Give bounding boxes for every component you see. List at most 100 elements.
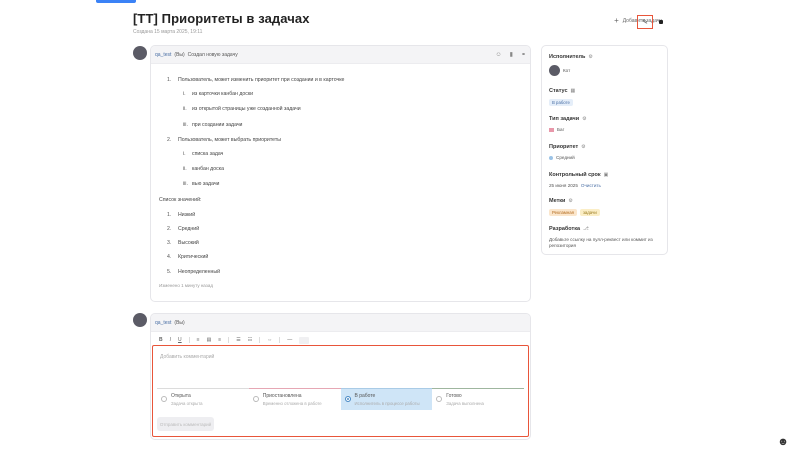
list-item-number: 5. <box>167 268 172 275</box>
list-item-number: iii. <box>183 181 188 188</box>
list-item-text: канбан доска <box>192 166 224 173</box>
code-button[interactable]: ≡ <box>218 337 221 343</box>
description-list-item: iii. при создании задачи <box>183 121 530 128</box>
comment-author-role: (Вы) <box>174 319 185 326</box>
gear-icon[interactable]: ⚙ <box>568 198 572 204</box>
priority-section: Приоритет ⚙ Средний <box>549 144 586 160</box>
deadline-label: Контрольный срок <box>549 172 601 178</box>
assignee-section: Исполнитель ⚙ Кот <box>549 54 593 76</box>
gear-icon[interactable]: ⚙ <box>581 144 585 150</box>
align-button[interactable]: ≡ <box>197 337 200 343</box>
development-hint: Добавьте ссылку на пулл-реквест или комм… <box>549 237 653 248</box>
list-item-text: списка задач <box>192 151 224 158</box>
list-item-text: Средний <box>178 226 200 233</box>
description-list-item: 3. Высокий <box>167 241 530 246</box>
development-label: Разработка <box>549 226 580 232</box>
list-item-text: Высокий <box>178 240 199 247</box>
description-list-item: 4. Критический <box>167 255 530 260</box>
comment-author-name[interactable]: qa_test <box>155 320 171 326</box>
radio-selected-icon <box>344 396 351 402</box>
tag-badge[interactable]: задачи <box>579 209 600 216</box>
list-item-text: при создании задачи <box>192 121 243 128</box>
deadline-clear-link[interactable]: Очистить <box>581 183 601 188</box>
help-chat-icon[interactable]: ☻ <box>776 435 790 449</box>
task-type-section: Тип задачи ⚙ Баг <box>549 116 587 132</box>
comment-card-header: qa_test (Вы) <box>151 314 530 332</box>
image-button[interactable]: ▤ <box>207 337 212 343</box>
ordered-list-button[interactable]: ☷ <box>248 337 252 343</box>
status-option-in-progress[interactable]: В работе Исполнитель в процессе работы <box>340 388 433 410</box>
reaction-icon[interactable]: ☺ <box>496 52 502 58</box>
radio-icon <box>252 396 259 402</box>
priority-dot-icon <box>549 155 553 160</box>
bookmark-icon[interactable]: ▮ <box>510 51 513 58</box>
underline-button[interactable]: U <box>178 337 182 343</box>
deadline-value[interactable]: 25 июня 2025 <box>549 183 578 188</box>
link-icon[interactable]: ⚭ <box>521 51 526 58</box>
list-item-text: Пользователь, может изменить приоритет п… <box>178 77 345 83</box>
description-list-item: 2. Средний <box>167 226 530 233</box>
bullet-list-button[interactable]: ☰ <box>236 337 240 343</box>
author-name[interactable]: qa_test <box>155 52 171 58</box>
comment-input[interactable]: Добавить комментарий <box>160 354 214 360</box>
status-icon[interactable]: ▦ <box>571 88 576 94</box>
description-list-item: 1. Низкий <box>167 211 530 218</box>
submit-comment-button[interactable]: Отправить комментарий <box>157 417 214 431</box>
task-type-value[interactable]: Баг <box>549 127 587 132</box>
pencil-icon: ✎ <box>642 19 648 26</box>
author-avatar <box>133 46 147 60</box>
assignee-value[interactable]: Кот <box>549 65 593 76</box>
action-text: Создал новую задачу <box>187 51 238 58</box>
description-list-item: iii. вью задачи <box>183 182 530 187</box>
description-list-item: ii. канбан доска <box>183 167 530 172</box>
comment-editor[interactable]: Добавить комментарий Открыта Задача откр… <box>152 345 529 437</box>
description-card-header: qa_test (Вы) Создал новую задачу ☺ ▮ ⚭ <box>151 46 530 64</box>
description-list-item: ii. из открытой страницы уже созданной за… <box>183 107 530 112</box>
gear-icon[interactable]: ⚙ <box>582 116 586 122</box>
list-item-number: 2. <box>167 136 172 143</box>
plus-icon: + <box>614 16 619 25</box>
description-list-item: 2. Пользователь, может выбрать приоритеты <box>167 136 530 143</box>
calendar-icon[interactable]: ▣ <box>604 172 609 178</box>
priority-value[interactable]: Средний <box>549 155 586 160</box>
status-badge[interactable]: В работе <box>549 99 573 106</box>
list-item-text: Критический <box>178 254 209 261</box>
list-item-number: ii. <box>183 106 187 113</box>
radio-icon <box>436 396 443 402</box>
list-item-number: ii. <box>183 166 187 173</box>
bold-button[interactable]: B <box>159 337 163 343</box>
settings-icon[interactable]: ⚙ <box>588 54 592 60</box>
italic-button[interactable]: I <box>170 337 171 343</box>
priority-label: Приоритет <box>549 144 579 150</box>
link-button[interactable]: ⇔ <box>267 337 272 343</box>
more-icon[interactable] <box>659 20 663 24</box>
list-item-text: из открытой страницы уже созданной задач… <box>192 106 301 113</box>
edit-button[interactable]: ✎ <box>637 15 653 29</box>
task-type-label: Тип задачи <box>549 116 580 122</box>
created-date: Создана 15 марта 2025, 19:11 <box>133 29 203 35</box>
description-list-item: Список значений: <box>159 196 530 203</box>
tags-label: Метки <box>549 198 566 204</box>
flag-icon <box>549 127 554 132</box>
list-item-text: Неопределенный <box>178 268 220 275</box>
list-item-text: из карточки канбан доски <box>192 91 254 98</box>
status-option-open[interactable]: Открыта Задача открыта <box>157 388 249 410</box>
more-tools-button[interactable] <box>299 336 310 344</box>
divider-button[interactable]: — <box>287 337 292 343</box>
list-item-text: вью задачи <box>192 181 220 188</box>
status-option-paused[interactable]: Приостановлена Временно отложена в работ… <box>248 388 341 410</box>
status-option-done[interactable]: Готово Задача выполнена <box>432 388 524 410</box>
list-item-text: Список значений: <box>159 196 202 203</box>
description-list-item: 5. Неопределенный <box>167 268 530 275</box>
description-list-item: i. списка задач <box>183 151 530 158</box>
list-item-number: 4. <box>167 254 172 261</box>
tag-badge[interactable]: Рекламная <box>549 209 577 216</box>
development-section: Разработка ⎇ Добавьте ссылку на пулл-рекв… <box>549 226 661 249</box>
branch-icon[interactable]: ⎇ <box>583 226 589 232</box>
list-item-text: Пользователь, может выбрать приоритеты <box>178 136 281 143</box>
list-item-text: Низкий <box>178 211 196 218</box>
deadline-section: Контрольный срок ▣ 25 июня 2025 Очистить <box>549 172 608 188</box>
description-list-item: 1. Пользователь, может изменить приоритет… <box>167 77 530 83</box>
list-item-number: i. <box>183 91 186 98</box>
task-properties-sidebar: Исполнитель ⚙ Кот Статус ▦ В работе Тип за… <box>541 45 668 255</box>
